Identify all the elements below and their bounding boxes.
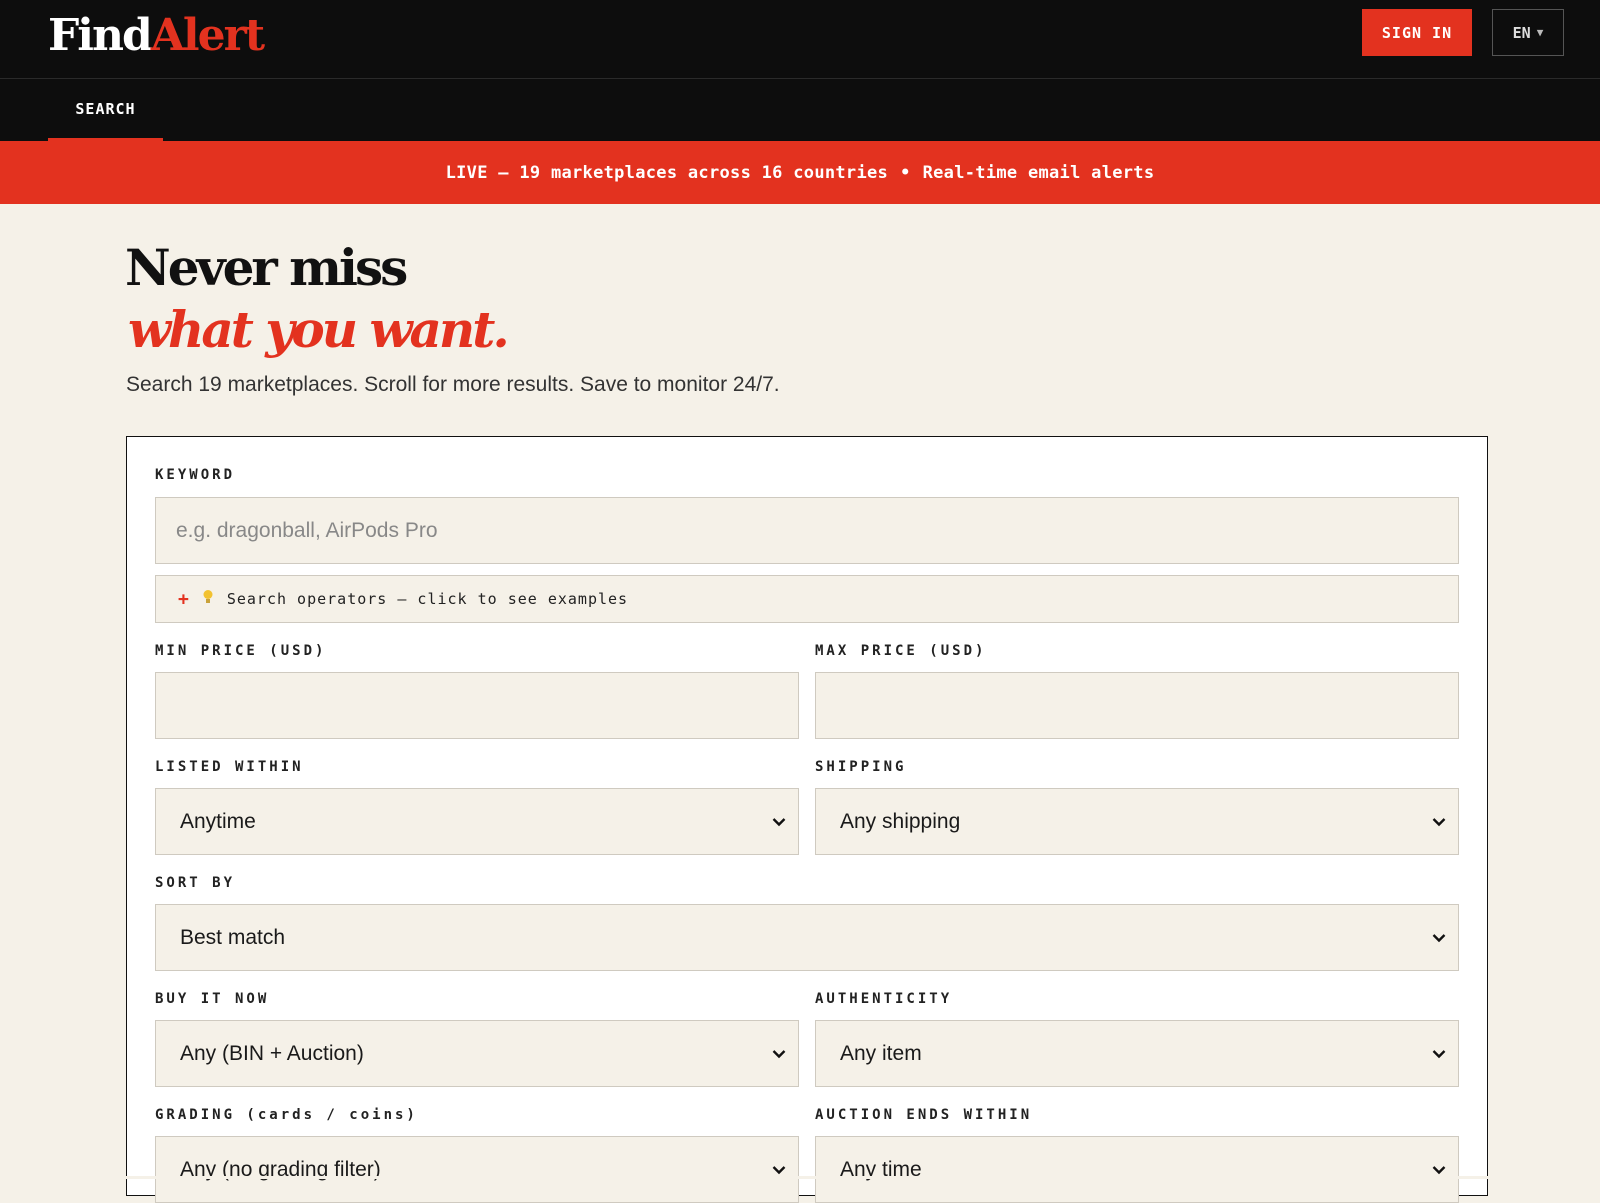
chevron-down-icon: [1432, 933, 1446, 942]
chevron-down-icon: [1432, 817, 1446, 826]
tab-search[interactable]: SEARCH: [48, 79, 163, 141]
language-selector[interactable]: EN ▼: [1492, 9, 1564, 56]
authenticity-value: Any item: [840, 1041, 922, 1065]
chevron-down-icon: [1432, 1165, 1446, 1174]
live-banner: LIVE — 19 marketplaces across 16 countri…: [0, 141, 1600, 204]
plus-icon: +: [178, 588, 189, 610]
auction-ends-label: AUCTION ENDS WITHIN: [815, 1107, 1033, 1123]
listed-within-select[interactable]: Anytime: [155, 788, 799, 855]
shipping-label: SHIPPING: [815, 759, 907, 775]
hero-subtitle: Search 19 marketplaces. Scroll for more …: [126, 373, 780, 396]
banner-alerts-text: Real-time email alerts: [922, 162, 1155, 183]
authenticity-select[interactable]: Any item: [815, 1020, 1459, 1087]
chevron-down-icon: [772, 817, 786, 826]
banner-separator: •: [900, 162, 911, 183]
max-price-input[interactable]: [815, 672, 1459, 739]
shipping-select[interactable]: Any shipping: [815, 788, 1459, 855]
main-nav: SEARCH: [0, 79, 1600, 141]
sort-by-select[interactable]: Best match: [155, 904, 1459, 971]
chevron-down-icon: ▼: [1536, 26, 1544, 39]
shipping-value: Any shipping: [840, 809, 961, 833]
sign-in-button[interactable]: SIGN IN: [1362, 9, 1472, 56]
logo-alert: Alert: [150, 10, 265, 61]
grading-select[interactable]: Any (no grading filter): [155, 1136, 799, 1203]
logo-find: Find: [48, 10, 153, 61]
auction-ends-select[interactable]: Any time: [815, 1136, 1459, 1203]
grading-label: GRADING (cards / coins): [155, 1107, 418, 1123]
buy-it-now-label: BUY IT NOW: [155, 991, 270, 1007]
top-bar: FindAlert SIGN IN EN ▼: [0, 0, 1600, 79]
lightbulb-icon: [203, 589, 213, 609]
keyword-label: KEYWORD: [155, 467, 236, 483]
search-form: KEYWORD e.g. dragonball, AirPods Pro + S…: [126, 436, 1488, 1203]
min-price-label: MIN PRICE (USD): [155, 643, 327, 659]
sort-by-label: SORT BY: [155, 875, 236, 891]
search-operators-text: Search operators — click to see examples: [226, 590, 629, 608]
chevron-down-icon: [772, 1049, 786, 1058]
authenticity-label: AUTHENTICITY: [815, 991, 953, 1007]
keyword-placeholder: e.g. dragonball, AirPods Pro: [176, 518, 438, 542]
sort-by-value: Best match: [180, 925, 286, 949]
hero-title: Never miss: [125, 238, 408, 297]
hero-title-accent: what you want.: [128, 300, 510, 359]
max-price-label: MAX PRICE (USD): [815, 643, 987, 659]
chevron-down-icon: [1432, 1049, 1446, 1058]
listed-within-value: Anytime: [180, 809, 256, 833]
banner-live-text: LIVE — 19 marketplaces across 16 countri…: [445, 162, 889, 183]
chevron-down-icon: [772, 1165, 786, 1174]
buy-it-now-select[interactable]: Any (BIN + Auction): [155, 1020, 799, 1087]
listed-within-label: LISTED WITHIN: [155, 759, 304, 775]
search-operators-toggle[interactable]: + Search operators — click to see exampl…: [155, 575, 1459, 623]
buy-it-now-value: Any (BIN + Auction): [180, 1041, 364, 1065]
min-price-input[interactable]: [155, 672, 799, 739]
logo[interactable]: FindAlert: [48, 6, 265, 66]
language-label: EN: [1512, 23, 1531, 42]
keyword-input[interactable]: e.g. dragonball, AirPods Pro: [155, 497, 1459, 564]
